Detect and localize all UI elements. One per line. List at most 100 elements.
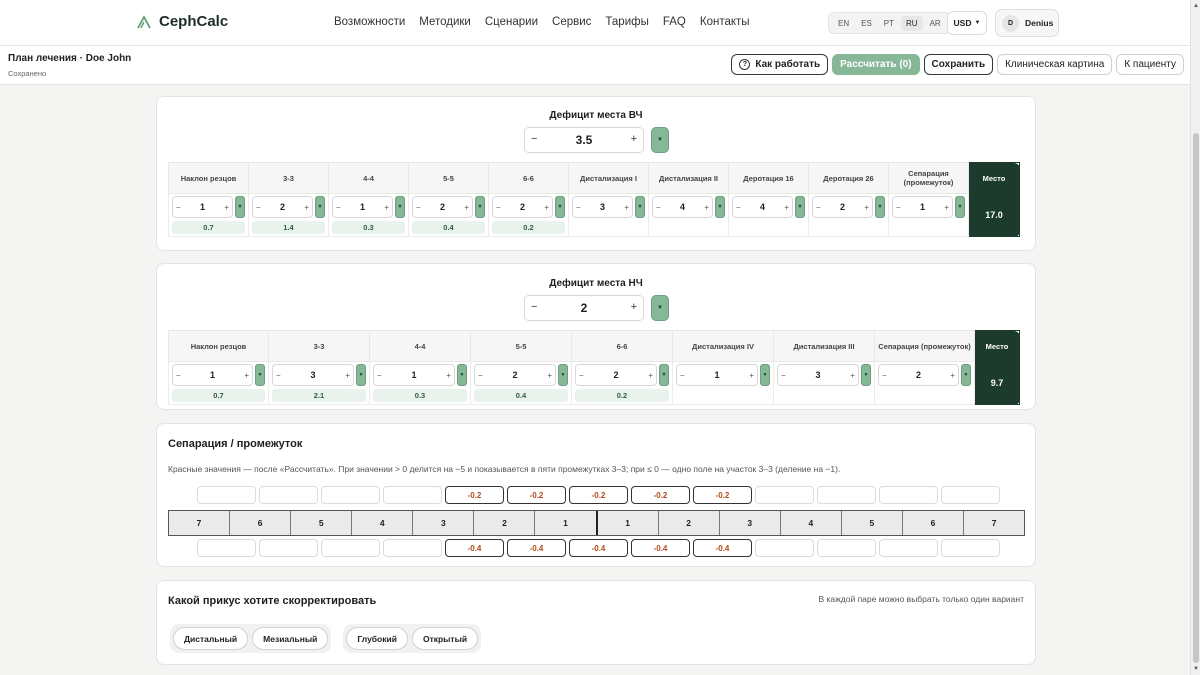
minus-icon[interactable]: − [736, 203, 741, 212]
gap-value-box[interactable]: -0.2 [693, 486, 752, 504]
minus-icon[interactable]: − [656, 203, 661, 212]
minus-icon[interactable]: − [176, 371, 181, 380]
stepper-value[interactable]: 1 [200, 202, 205, 212]
nav-link-features[interactable]: Возможности [334, 16, 405, 28]
scroll-down-icon[interactable]: ▼ [1192, 665, 1200, 673]
option-dropdown[interactable]: ▼ [555, 196, 565, 218]
stepper-value[interactable]: 2 [916, 370, 921, 380]
plus-icon[interactable]: + [944, 203, 949, 212]
stepper-value[interactable]: 2 [613, 370, 618, 380]
option-dropdown[interactable]: ▼ [255, 364, 265, 386]
minus-icon[interactable]: − [882, 371, 887, 380]
option-dropdown[interactable]: ▼ [961, 364, 971, 386]
lower-deficit-dropdown[interactable]: ▼ [651, 295, 669, 321]
gap-value-box[interactable] [879, 486, 938, 504]
minus-icon[interactable]: − [781, 371, 786, 380]
plus-icon[interactable]: + [648, 371, 653, 380]
plus-icon[interactable]: + [547, 371, 552, 380]
plus-icon[interactable]: + [749, 371, 754, 380]
lang-pt[interactable]: PT [879, 16, 899, 31]
gap-value-box[interactable]: -0.2 [507, 486, 566, 504]
stepper-value[interactable]: 2 [840, 202, 845, 212]
nav-link-pricing[interactable]: Тарифы [605, 16, 648, 28]
gap-value-box[interactable] [197, 539, 256, 557]
stepper-value[interactable]: 2 [512, 370, 517, 380]
option-dropdown[interactable]: ▼ [315, 196, 325, 218]
plus-icon[interactable]: + [464, 203, 469, 212]
plus-icon[interactable]: + [345, 371, 350, 380]
mesial-bite-option[interactable]: Мезиальный [252, 627, 329, 650]
gap-value-box[interactable] [197, 486, 256, 504]
lang-es[interactable]: ES [856, 16, 877, 31]
stepper-value[interactable]: 2 [280, 202, 285, 212]
minus-icon[interactable]: − [336, 203, 341, 212]
plus-icon[interactable]: + [244, 371, 249, 380]
nav-link-service[interactable]: Сервис [552, 16, 591, 28]
plus-icon[interactable]: + [950, 371, 955, 380]
minus-icon[interactable]: − [176, 203, 181, 212]
minus-icon[interactable]: − [377, 371, 382, 380]
option-dropdown[interactable]: ▼ [475, 196, 485, 218]
gap-value-box[interactable] [941, 539, 1000, 557]
option-dropdown[interactable]: ▼ [715, 196, 725, 218]
brand-logo[interactable]: CephCalc [136, 13, 228, 30]
gap-value-box[interactable] [941, 486, 1000, 504]
gap-value-box[interactable]: -0.2 [631, 486, 690, 504]
gap-value-box[interactable]: -0.2 [445, 486, 504, 504]
gap-value-box[interactable] [259, 486, 318, 504]
gap-value-box[interactable] [259, 539, 318, 557]
option-dropdown[interactable]: ▼ [395, 196, 405, 218]
lower-deficit-input[interactable]: 2 [547, 297, 621, 319]
gap-value-box[interactable] [879, 539, 938, 557]
upper-deficit-input[interactable]: 3.5 [547, 129, 621, 151]
gap-value-box[interactable]: -0.4 [569, 539, 628, 557]
stepper-value[interactable]: 1 [714, 370, 719, 380]
stepper-value[interactable]: 3 [310, 370, 315, 380]
plus-icon[interactable]: + [850, 371, 855, 380]
gap-value-box[interactable] [755, 539, 814, 557]
minus-icon[interactable]: − [680, 371, 685, 380]
minus-icon[interactable]: − [579, 371, 584, 380]
plus-icon[interactable]: + [224, 203, 229, 212]
option-dropdown[interactable]: ▼ [235, 196, 245, 218]
minus-icon[interactable]: − [531, 301, 537, 313]
stepper-value[interactable]: 2 [440, 202, 445, 212]
option-dropdown[interactable]: ▼ [795, 196, 805, 218]
plus-icon[interactable]: + [631, 133, 637, 145]
gap-value-box[interactable] [817, 539, 876, 557]
minus-icon[interactable]: − [896, 203, 901, 212]
calculate-button[interactable]: Рассчитать (0) [832, 54, 920, 75]
deep-bite-option[interactable]: Глубокий [346, 627, 408, 650]
gap-value-box[interactable] [383, 539, 442, 557]
scroll-up-icon[interactable]: ▲ [1192, 2, 1200, 10]
option-dropdown[interactable]: ▼ [659, 364, 669, 386]
option-dropdown[interactable]: ▼ [558, 364, 568, 386]
clinical-picture-button[interactable]: Клиническая картина [997, 54, 1113, 75]
plus-icon[interactable]: + [446, 371, 451, 380]
stepper-value[interactable]: 4 [680, 202, 685, 212]
plus-icon[interactable]: + [304, 203, 309, 212]
stepper-value[interactable]: 1 [360, 202, 365, 212]
page-scrollbar[interactable]: ▲ ▼ [1190, 0, 1200, 675]
option-dropdown[interactable]: ▼ [457, 364, 467, 386]
gap-value-box[interactable]: -0.2 [569, 486, 628, 504]
nav-link-faq[interactable]: FAQ [663, 16, 686, 28]
minus-icon[interactable]: − [276, 371, 281, 380]
stepper-value[interactable]: 1 [210, 370, 215, 380]
minus-icon[interactable]: − [478, 371, 483, 380]
plus-icon[interactable]: + [631, 301, 637, 313]
option-dropdown[interactable]: ▼ [861, 364, 871, 386]
option-dropdown[interactable]: ▼ [760, 364, 770, 386]
plus-icon[interactable]: + [864, 203, 869, 212]
how-it-works-button[interactable]: ? Как работать [731, 54, 829, 75]
gap-value-box[interactable] [817, 486, 876, 504]
nav-link-methods[interactable]: Методики [419, 16, 471, 28]
plus-icon[interactable]: + [784, 203, 789, 212]
lang-ru[interactable]: RU [901, 15, 923, 31]
open-bite-option[interactable]: Открытый [411, 627, 479, 650]
gap-value-box[interactable]: -0.4 [693, 539, 752, 557]
stepper-value[interactable]: 3 [815, 370, 820, 380]
lang-en[interactable]: EN [833, 16, 854, 31]
stepper-value[interactable]: 1 [411, 370, 416, 380]
nav-link-contacts[interactable]: Контакты [700, 16, 750, 28]
